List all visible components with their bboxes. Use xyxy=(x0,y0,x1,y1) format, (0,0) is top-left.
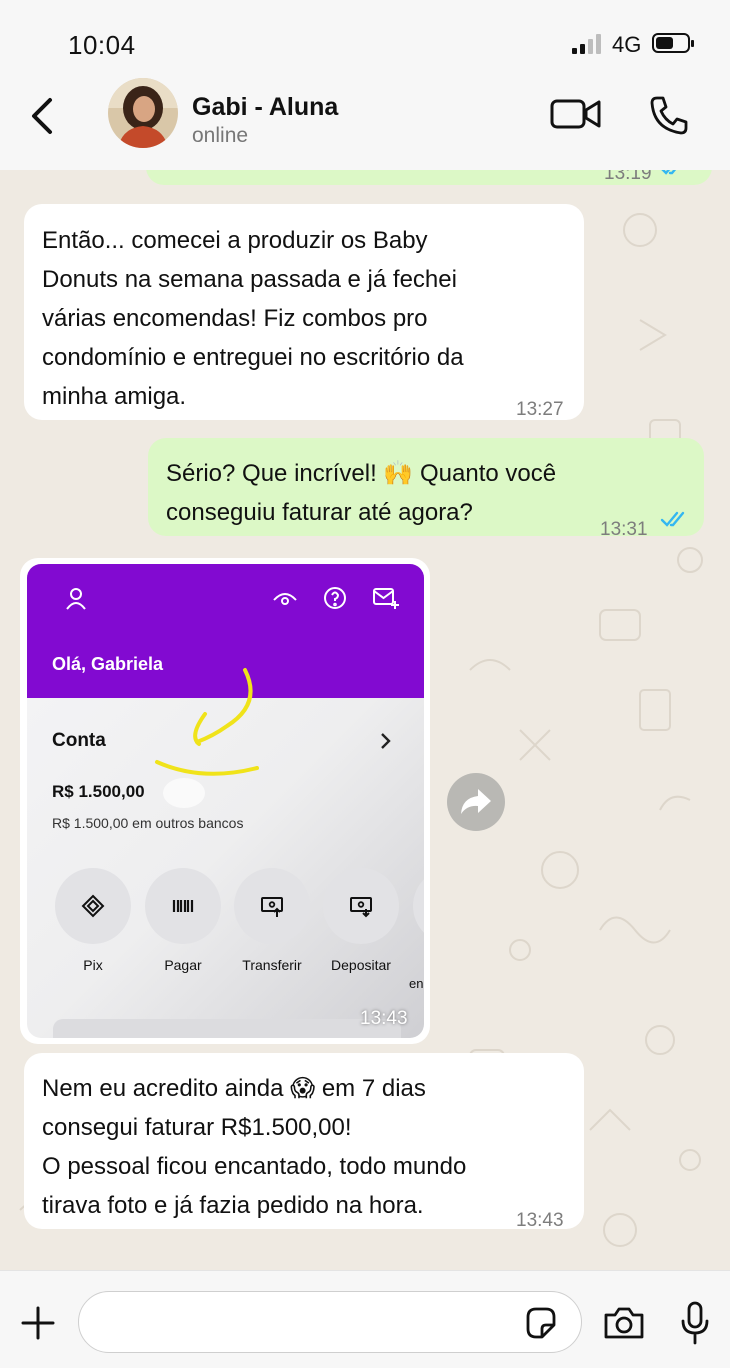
contact-name[interactable]: Gabi - Aluna xyxy=(192,93,338,122)
read-ticks-icon xyxy=(660,511,685,527)
whatsapp-chat-screen: 10:04 4G Gabi - Aluna online 13:19 Então… xyxy=(0,0,730,1368)
video-call-icon[interactable] xyxy=(550,96,602,132)
status-time: 10:04 xyxy=(68,30,136,60)
battery-icon xyxy=(652,33,694,53)
signal-icon xyxy=(572,34,601,54)
network-label: 4G xyxy=(612,32,642,57)
bank-card-strip xyxy=(53,1019,401,1038)
more-action xyxy=(413,868,424,944)
barcode-icon xyxy=(172,900,194,912)
image-message[interactable]: Olá, Gabriela Conta R$ 1.500,00 R$ 1.500… xyxy=(20,558,430,1044)
other-banks-balance: R$ 1.500,00 em outros bancos xyxy=(52,815,244,831)
pix-icon xyxy=(81,894,105,918)
message-time: 13:19 xyxy=(604,170,652,184)
pix-action xyxy=(55,868,131,944)
message-time: 13:31 xyxy=(600,519,648,540)
transfer-icon xyxy=(261,897,283,917)
chat-header: Gabi - Aluna online xyxy=(0,78,730,171)
profile-icon xyxy=(66,588,86,610)
action-label-pay: Pagar xyxy=(164,957,202,973)
composer-bar xyxy=(0,1270,730,1368)
camera-icon[interactable] xyxy=(602,1305,646,1341)
mail-plus-icon xyxy=(373,588,399,609)
phone-call-icon[interactable] xyxy=(648,94,690,136)
outgoing-message-partial[interactable]: 13:19 xyxy=(146,170,712,185)
read-ticks-icon xyxy=(661,170,677,175)
action-label-transfer: Transferir xyxy=(242,957,302,973)
forward-icon xyxy=(461,789,491,814)
message-text: Nem eu acredito ainda 😱 em 7 dias conseg… xyxy=(42,1075,467,1219)
highlight-arrow-annotation xyxy=(155,668,259,776)
action-label-cutoff: en xyxy=(409,976,424,991)
message-list[interactable]: 13:19 Então... comecei a produzir os Bab… xyxy=(0,170,730,1270)
message-time: 13:43 xyxy=(360,1008,408,1029)
action-label-pix: Pix xyxy=(83,957,103,973)
bank-app-screenshot[interactable]: Olá, Gabriela Conta R$ 1.500,00 R$ 1.500… xyxy=(27,564,424,1038)
message-input[interactable] xyxy=(78,1291,582,1353)
account-balance: R$ 1.500,00 xyxy=(52,782,145,801)
blur-mark xyxy=(163,778,205,808)
deposit-icon xyxy=(350,897,372,918)
contact-avatar[interactable] xyxy=(108,78,178,148)
transfer-action xyxy=(234,868,310,944)
eye-icon xyxy=(273,593,297,605)
deposit-action xyxy=(323,868,399,944)
action-label-deposit: Depositar xyxy=(331,957,391,973)
help-icon xyxy=(324,587,346,609)
incoming-message[interactable]: Nem eu acredito ainda 😱 em 7 dias conseg… xyxy=(24,1053,584,1231)
pay-action xyxy=(145,868,221,944)
contact-presence: online xyxy=(192,124,249,147)
attach-plus-icon[interactable] xyxy=(20,1305,56,1341)
forward-button[interactable] xyxy=(447,773,505,831)
incoming-message[interactable]: Então... comecei a produzir os Baby Donu… xyxy=(24,204,584,420)
microphone-icon[interactable] xyxy=(680,1301,710,1345)
message-time: 13:43 xyxy=(516,1210,564,1231)
outgoing-message[interactable]: Sério? Que incrível! 🙌 Quanto você conse… xyxy=(148,438,704,540)
chevron-right-icon xyxy=(381,733,391,749)
message-text: Então... comecei a produzir os Baby Donu… xyxy=(42,227,464,410)
sticker-icon[interactable] xyxy=(522,1305,558,1341)
message-time: 13:27 xyxy=(516,399,564,420)
account-label: Conta xyxy=(52,730,106,751)
status-bar: 10:04 4G xyxy=(0,0,730,78)
back-arrow-icon[interactable] xyxy=(26,96,60,136)
